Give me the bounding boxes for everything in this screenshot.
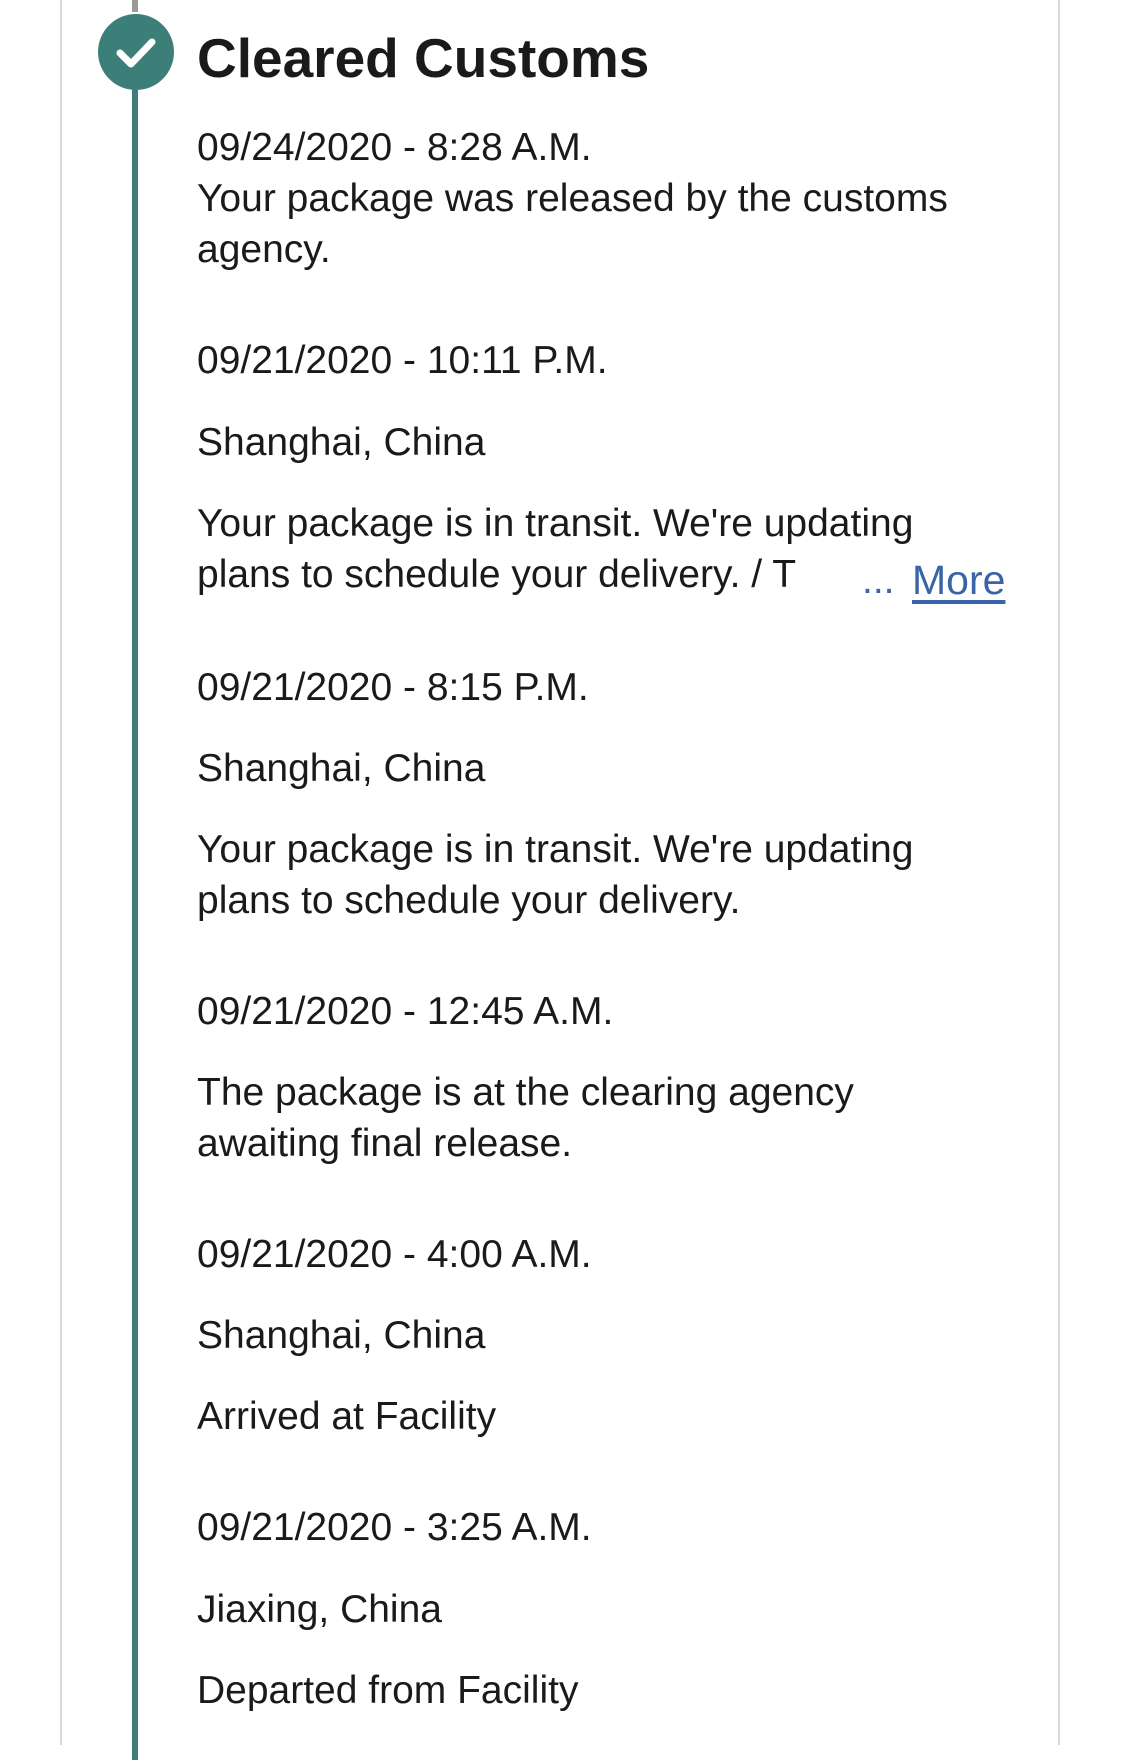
event-description: Departed from Facility (197, 1669, 579, 1712)
section-title: Cleared Customs (197, 27, 650, 89)
event-description: plans to schedule your delivery. (197, 879, 741, 922)
truncation-ellipsis: ... (862, 559, 895, 602)
timeline-connector (132, 0, 138, 12)
event-datetime: 09/21/2020 - 8:15 P.M. (197, 666, 589, 709)
event-location: Jiaxing, China (197, 1588, 442, 1631)
timeline-line (132, 60, 138, 1760)
card-border-left (60, 0, 62, 1745)
event-datetime: 09/21/2020 - 3:25 A.M. (197, 1506, 592, 1549)
event-description: The package is at the clearing agency (197, 1071, 854, 1114)
event-location: Shanghai, China (197, 1314, 486, 1357)
event-datetime: 09/21/2020 - 10:11 P.M. (197, 339, 608, 382)
event-description: Arrived at Facility (197, 1395, 497, 1438)
more-link[interactable]: More (912, 555, 1005, 606)
check-icon (116, 38, 156, 68)
event-description: Your package is in transit. We're updati… (197, 828, 914, 871)
event-datetime: 09/21/2020 - 4:00 A.M. (197, 1233, 592, 1276)
event-datetime: 09/21/2020 - 12:45 A.M. (197, 990, 614, 1033)
event-location: Shanghai, China (197, 747, 486, 790)
event-datetime: 09/24/2020 - 8:28 A.M. (197, 126, 592, 169)
event-description: plans to schedule your delivery. / T (197, 553, 797, 596)
event-description: agency. (197, 228, 331, 271)
card-border-right (1058, 0, 1060, 1745)
status-circle (98, 14, 174, 90)
event-location: Shanghai, China (197, 421, 486, 464)
event-description: awaiting final release. (197, 1122, 573, 1165)
event-description: Your package was released by the customs (197, 177, 948, 220)
event-description: Your package is in transit. We're updati… (197, 502, 914, 545)
